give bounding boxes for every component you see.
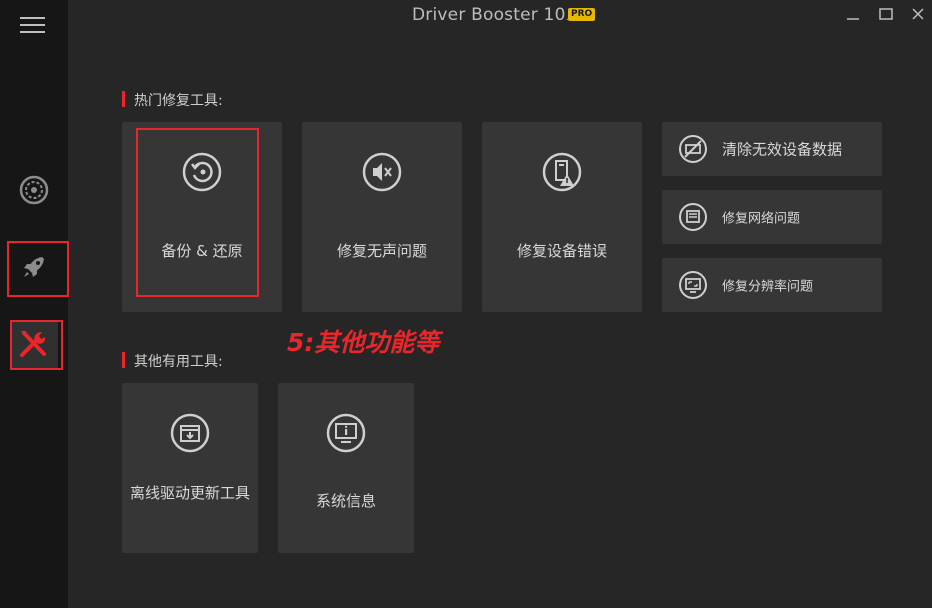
close-icon bbox=[912, 8, 924, 20]
tile-device-error-label: 修复设备错误 bbox=[516, 242, 607, 260]
sidebar-item-boost[interactable] bbox=[10, 243, 58, 291]
other-tools-title: 其他有用工具: bbox=[122, 351, 223, 371]
device-error-icon bbox=[542, 152, 582, 192]
app-title: Driver Booster 10.1 bbox=[412, 5, 575, 25]
annotation-label: 5:其他功能等 bbox=[287, 328, 440, 357]
minimize-icon bbox=[847, 18, 859, 20]
tile-resolution-fix-label: 修复分辨率问题 bbox=[722, 279, 814, 295]
tile-network-fix-label: 修复网络问题 bbox=[722, 211, 801, 227]
sound-fix-icon bbox=[362, 152, 402, 192]
tile-system-info[interactable]: 系统信息 bbox=[278, 383, 414, 553]
tile-network-fix[interactable]: 修复网络问题 bbox=[662, 190, 882, 244]
minimize-button[interactable] bbox=[841, 4, 865, 24]
sidebar bbox=[0, 0, 69, 608]
tile-clean-device-data[interactable]: 清除无效设备数据 bbox=[662, 122, 882, 176]
tile-sound-fix-label: 修复无声问题 bbox=[336, 242, 427, 260]
tile-device-error[interactable]: 修复设备错误 bbox=[482, 122, 642, 312]
resolution-fix-icon bbox=[679, 271, 707, 299]
backup-restore-icon bbox=[182, 152, 222, 192]
maximize-button[interactable] bbox=[874, 4, 898, 24]
tile-resolution-fix[interactable]: 修复分辨率问题 bbox=[662, 258, 882, 312]
tile-offline-update-label: 离线驱动更新工具 bbox=[130, 484, 251, 502]
tile-system-info-label: 系统信息 bbox=[315, 492, 376, 510]
tile-sound-fix[interactable]: 修复无声问题 bbox=[302, 122, 462, 312]
pro-badge: PRO bbox=[568, 8, 596, 21]
sidebar-item-home[interactable] bbox=[10, 166, 58, 214]
tile-backup-restore-label: 备份 & 还原 bbox=[161, 242, 243, 260]
sidebar-item-toolbox[interactable] bbox=[10, 320, 58, 368]
tile-clean-device-data-label: 清除无效设备数据 bbox=[722, 140, 843, 159]
clean-device-data-icon bbox=[679, 135, 707, 163]
network-fix-icon bbox=[679, 203, 707, 231]
rocket-icon bbox=[24, 257, 44, 277]
hot-tools-title: 热门修复工具: bbox=[122, 90, 223, 110]
menu-icon[interactable] bbox=[20, 17, 45, 35]
close-button[interactable] bbox=[906, 4, 930, 24]
offline-update-icon bbox=[170, 413, 210, 453]
wrench-screwdriver-icon bbox=[20, 331, 46, 357]
tile-offline-update[interactable]: 离线驱动更新工具 bbox=[122, 383, 258, 553]
system-info-icon bbox=[326, 413, 366, 453]
gauge-icon bbox=[19, 175, 49, 205]
tile-backup-restore[interactable]: 备份 & 还原 bbox=[122, 122, 282, 312]
maximize-icon bbox=[879, 8, 893, 20]
